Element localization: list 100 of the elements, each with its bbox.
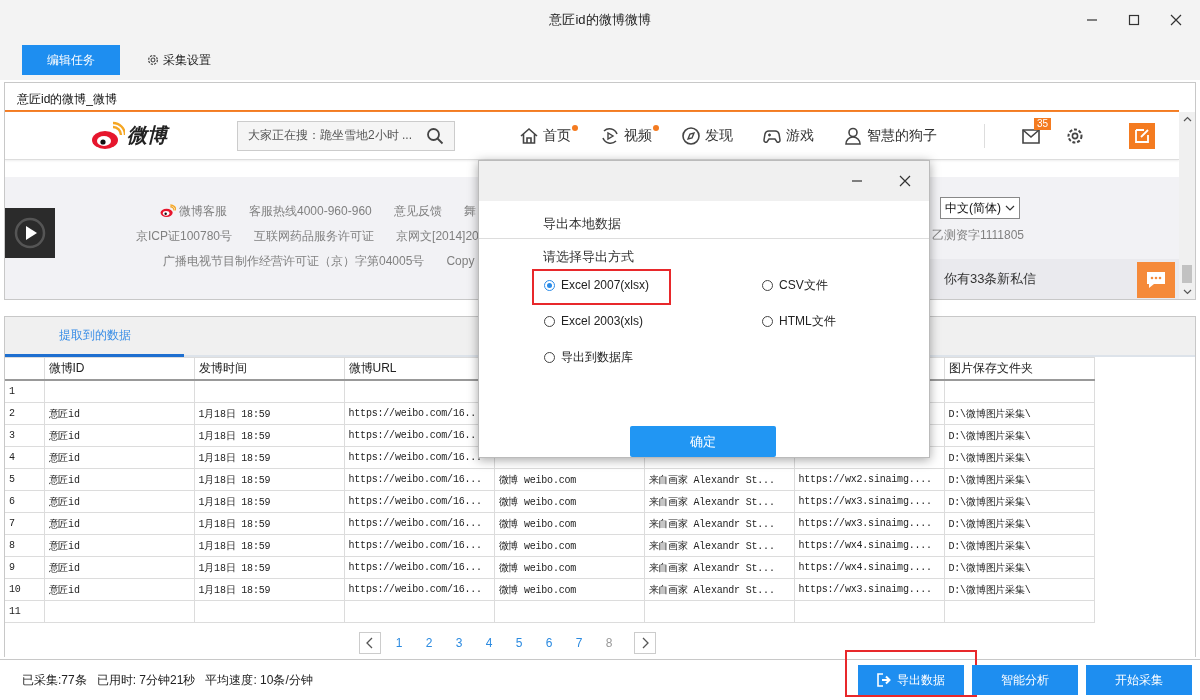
table-cell: 微博 weibo.com bbox=[498, 496, 577, 508]
dialog-prompt: 请选择导出方式 bbox=[542, 248, 635, 266]
table-cell: 1月18日 18:59 bbox=[198, 430, 271, 442]
table-cell: https://weibo.com/16.. bbox=[348, 430, 477, 441]
table-cell: D:\微博图片采集\ bbox=[948, 496, 1031, 508]
row-number: 1 bbox=[5, 380, 44, 403]
table-cell: https://wx3.sinaimg.... bbox=[798, 496, 932, 507]
close-icon[interactable] bbox=[1170, 14, 1182, 26]
settings-button[interactable]: 采集设置 bbox=[146, 51, 211, 69]
table-cell: 1月18日 18:59 bbox=[198, 408, 271, 420]
footer-link[interactable]: 客服热线4000-960-960 bbox=[249, 202, 372, 220]
search-icon[interactable] bbox=[426, 126, 444, 145]
table-cell: 意匠id bbox=[48, 474, 80, 486]
nav-link[interactable]: 视频 bbox=[600, 122, 659, 149]
table-cell: 1月18日 18:59 bbox=[198, 518, 271, 530]
table-cell: D:\微博图片采集\ bbox=[948, 452, 1031, 464]
table-cell: 1月18日 18:59 bbox=[198, 584, 271, 596]
footer-link[interactable]: 京网文[2014]20 bbox=[396, 227, 479, 245]
page-link[interactable]: 5 bbox=[504, 636, 534, 650]
table-cell: D:\微博图片采集\ bbox=[948, 584, 1031, 596]
browser-tab[interactable]: 意匠id的微博_微博 bbox=[5, 83, 1195, 110]
table-cell: https://wx4.sinaimg.... bbox=[798, 562, 932, 573]
scroll-thumb[interactable] bbox=[1182, 265, 1192, 283]
table-cell: 来自画家 Alexandr St... bbox=[648, 496, 775, 508]
radio-label[interactable]: Excel 2007(xlsx) bbox=[561, 278, 650, 292]
page-link[interactable]: 7 bbox=[564, 636, 594, 650]
footer-link[interactable]: 意见反馈 bbox=[393, 202, 442, 220]
license-text: 乙测资字1111805 bbox=[932, 227, 1025, 244]
scroll-down-icon[interactable] bbox=[1182, 289, 1192, 295]
start-button[interactable]: 开始采集 bbox=[1086, 665, 1192, 695]
scrollbar[interactable] bbox=[1179, 112, 1195, 299]
table-cell: 意匠id bbox=[48, 584, 80, 596]
footer-link[interactable]: 舞 bbox=[463, 202, 476, 220]
window-title: 意匠id的微博微博 bbox=[549, 11, 651, 29]
nav-link[interactable]: 游戏 bbox=[762, 122, 821, 149]
page-link[interactable]: 4 bbox=[474, 636, 504, 650]
table-cell: 意匠id bbox=[48, 408, 80, 420]
column-header[interactable]: 微博ID bbox=[48, 361, 85, 375]
next-page-button[interactable] bbox=[634, 632, 656, 654]
weibo-icon bbox=[160, 204, 176, 218]
column-header[interactable]: 微博URL bbox=[348, 361, 397, 375]
edit-task-button[interactable]: 编辑任务 bbox=[22, 45, 120, 75]
weibo-logo-icon[interactable] bbox=[91, 120, 125, 151]
maximize-icon[interactable] bbox=[1128, 14, 1140, 26]
footer-link[interactable]: 广播电视节目制作经营许可证（京）字第04005号 bbox=[163, 252, 425, 270]
page-link[interactable]: 1 bbox=[384, 636, 414, 650]
compass-icon bbox=[681, 125, 701, 146]
row-number: 3 bbox=[5, 424, 44, 447]
gear-icon bbox=[146, 53, 160, 67]
footer-link[interactable]: Copy bbox=[446, 254, 475, 268]
row-number: 11 bbox=[5, 600, 44, 623]
table-cell: D:\微博图片采集\ bbox=[948, 408, 1031, 420]
analyze-button[interactable]: 智能分析 bbox=[972, 665, 1078, 695]
compose-button[interactable] bbox=[1129, 122, 1155, 149]
table-cell: https://wx3.sinaimg.... bbox=[798, 518, 932, 529]
message-text: 你有33条新私信 bbox=[944, 270, 1037, 288]
table-cell: 微博 weibo.com bbox=[498, 474, 577, 486]
page-link[interactable]: 8 bbox=[594, 636, 624, 650]
page-link[interactable]: 6 bbox=[534, 636, 564, 650]
scroll-up-icon[interactable] bbox=[1182, 116, 1192, 122]
table-cell: https://weibo.com/16... bbox=[348, 562, 482, 573]
nav-link[interactable]: 首页 bbox=[519, 122, 578, 149]
table-cell: https://wx4.sinaimg.... bbox=[798, 540, 932, 551]
column-header[interactable]: 发博时间 bbox=[198, 361, 247, 375]
nav-link[interactable]: 发现 bbox=[681, 122, 740, 149]
message-count-badge: 35 bbox=[1034, 117, 1052, 130]
table-cell: https://weibo.com/16... bbox=[348, 540, 482, 551]
row-number: 7 bbox=[5, 512, 44, 535]
previous-page-button[interactable] bbox=[359, 632, 381, 654]
nav-link[interactable]: 智慧的狗子 bbox=[843, 122, 944, 149]
video-thumbnail[interactable] bbox=[5, 208, 55, 258]
page-link[interactable]: 3 bbox=[444, 636, 474, 650]
footer-link[interactable]: 互联网药品服务许可证 bbox=[254, 227, 375, 245]
footer-link[interactable]: 京ICP证100780号 bbox=[136, 227, 233, 245]
table-cell: https://weibo.com/16.. bbox=[348, 408, 477, 419]
table-cell: 微博 weibo.com bbox=[498, 540, 577, 552]
table-cell: 意匠id bbox=[48, 518, 80, 530]
search-field[interactable]: 大家正在搜：跪坐雪地2小时 ... bbox=[237, 120, 455, 151]
confirm-button[interactable]: 确定 bbox=[630, 426, 776, 457]
radio-label[interactable]: Excel 2003(xls) bbox=[561, 314, 644, 328]
radio-label[interactable]: CSV文件 bbox=[779, 276, 828, 294]
close-icon[interactable] bbox=[899, 175, 911, 187]
table-cell: 微博 weibo.com bbox=[498, 562, 577, 574]
dialog-heading: 导出本地数据 bbox=[542, 215, 622, 233]
table-cell: https://weibo.com/16... bbox=[348, 452, 482, 463]
message-bar[interactable]: 你有33条新私信 bbox=[930, 259, 1179, 299]
data-tab[interactable]: 提取到的数据 bbox=[5, 317, 184, 357]
radio-label[interactable]: HTML文件 bbox=[779, 312, 836, 330]
table-cell: 微博 weibo.com bbox=[498, 518, 577, 530]
row-number: 5 bbox=[5, 468, 44, 491]
footer-link[interactable]: 微博客服 bbox=[179, 202, 227, 220]
table-cell: 意匠id bbox=[48, 496, 80, 508]
page-link[interactable]: 2 bbox=[414, 636, 444, 650]
row-number: 8 bbox=[5, 534, 44, 557]
table-cell: 来自画家 Alexandr St... bbox=[648, 562, 775, 574]
language-select[interactable]: 中文(简体) bbox=[940, 197, 1020, 219]
table-cell: https://weibo.com/16... bbox=[348, 518, 482, 529]
home-icon bbox=[519, 125, 539, 146]
radio-label[interactable]: 导出到数据库 bbox=[561, 348, 633, 366]
export-button[interactable]: 导出数据 bbox=[858, 665, 964, 695]
